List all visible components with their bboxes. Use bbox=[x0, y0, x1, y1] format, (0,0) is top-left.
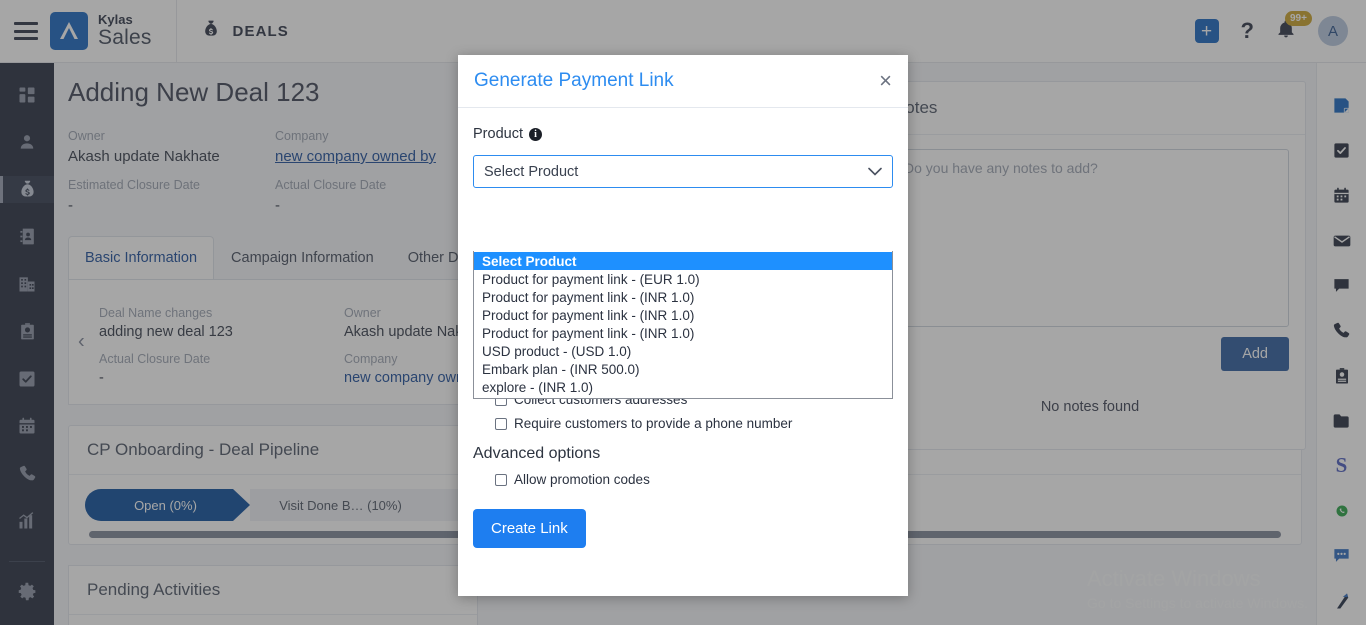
checkbox[interactable] bbox=[495, 473, 507, 486]
chevron-down-icon bbox=[868, 164, 882, 179]
generate-payment-link-modal: Generate Payment Link × Product i Select… bbox=[458, 55, 908, 596]
dropdown-option[interactable]: explore - (INR 1.0) bbox=[474, 378, 892, 396]
modal-body: Product i Select Product Select Product … bbox=[458, 108, 908, 596]
info-icon[interactable]: i bbox=[528, 127, 542, 141]
dropdown-option[interactable]: Product for payment link - (INR 1.0) bbox=[474, 324, 892, 342]
modal-title: Generate Payment Link bbox=[474, 70, 674, 91]
dropdown-option[interactable]: Select Product bbox=[474, 252, 892, 270]
checkbox[interactable] bbox=[495, 417, 507, 430]
product-select-value: Select Product bbox=[484, 163, 579, 180]
product-field-label: Product i bbox=[473, 126, 893, 142]
dropdown-option[interactable]: Product for payment link - (EUR 1.0) bbox=[474, 270, 892, 288]
checkbox-label: Allow promotion codes bbox=[514, 472, 650, 487]
checkbox-label: Require customers to provide a phone num… bbox=[514, 416, 793, 431]
dropdown-option[interactable]: USD product - (USD 1.0) bbox=[474, 342, 892, 360]
screen-root: Kylas Sales DEALS + ? 99+ A Adding New D… bbox=[0, 0, 1366, 625]
product-label-text: Product bbox=[473, 126, 523, 142]
close-icon[interactable]: × bbox=[879, 70, 892, 92]
product-select[interactable]: Select Product bbox=[473, 155, 893, 188]
option-allow-promotion-codes[interactable]: Allow promotion codes bbox=[495, 472, 893, 487]
dropdown-option[interactable]: Product for payment link - (INR 1.0) bbox=[474, 306, 892, 324]
option-require-phone[interactable]: Require customers to provide a phone num… bbox=[495, 416, 893, 431]
modal-header: Generate Payment Link × bbox=[458, 55, 908, 108]
product-dropdown-list[interactable]: Select Product Product for payment link … bbox=[473, 251, 893, 399]
advanced-options-title: Advanced options bbox=[473, 445, 601, 462]
dropdown-option[interactable]: Embark plan - (INR 500.0) bbox=[474, 360, 892, 378]
create-link-button[interactable]: Create Link bbox=[473, 509, 586, 548]
dropdown-option[interactable]: Product for payment link - (INR 1.0) bbox=[474, 288, 892, 306]
